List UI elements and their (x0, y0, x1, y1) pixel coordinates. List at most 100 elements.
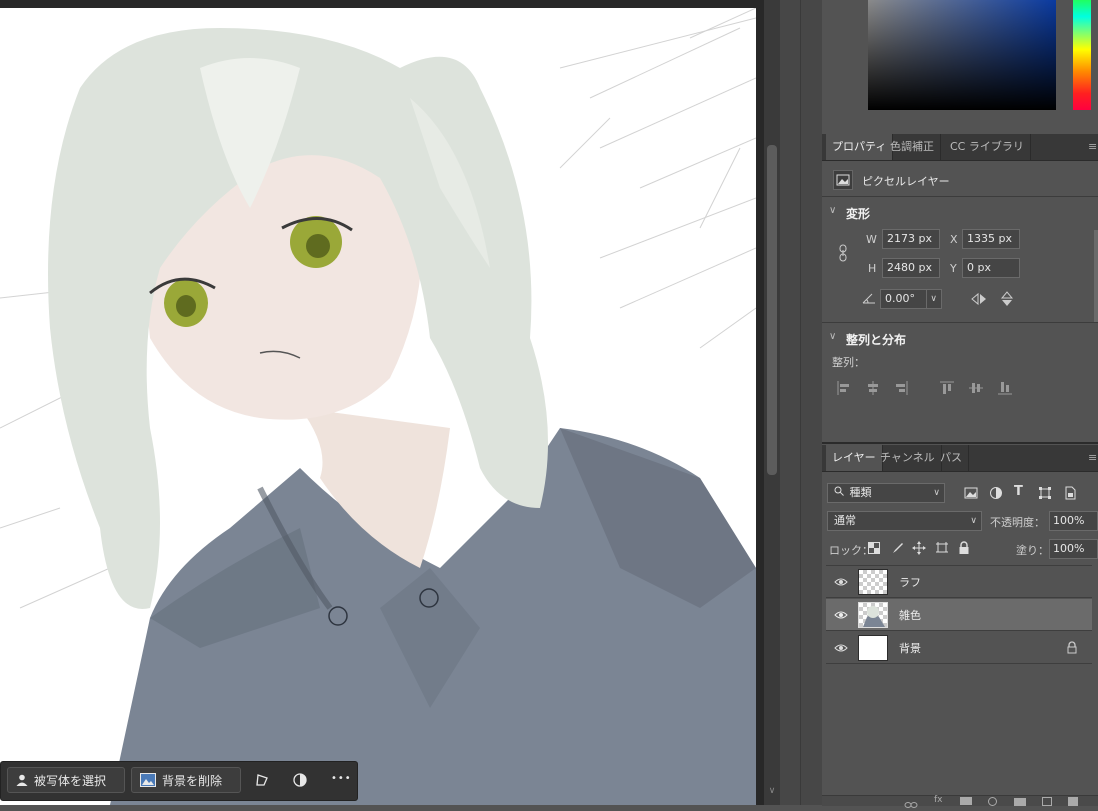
filter-adjustment-icon[interactable] (989, 486, 1003, 500)
layer-name: ラフ (899, 576, 921, 589)
search-icon (834, 484, 846, 502)
hue-slider[interactable] (1073, 0, 1091, 110)
divider (822, 196, 1098, 197)
layer-type-label: ピクセルレイヤー (862, 175, 950, 188)
remove-background-label: 背景を削除 (162, 773, 223, 788)
artwork-illustration (0, 8, 756, 805)
pixel-layer-icon (833, 170, 853, 190)
visibility-eye-icon[interactable] (834, 575, 848, 589)
layer-name: 雑色 (899, 609, 921, 622)
fill-value: 100% (1053, 542, 1085, 555)
filter-type-icon[interactable]: T (1014, 484, 1028, 499)
scrollbar-thumb[interactable] (767, 145, 777, 475)
width-field[interactable]: 2173 px (882, 229, 940, 249)
align-bottom-edges-icon[interactable] (997, 380, 1013, 396)
add-mask-icon[interactable] (960, 797, 972, 805)
chevron-down-icon: ∨ (970, 516, 977, 526)
select-subject-button[interactable]: 被写体を選択 (7, 767, 125, 793)
opacity-label: 不透明度： (990, 516, 1045, 529)
lock-transparent-pixels-icon[interactable] (868, 542, 882, 556)
angle-value: 0.00° (885, 292, 915, 305)
link-dimensions-icon[interactable] (837, 244, 849, 265)
adjustment-icon[interactable] (292, 772, 308, 788)
tab-adjustments[interactable]: 色調補正 (884, 134, 941, 160)
y-label: Y (950, 262, 957, 275)
canvas-vertical-scrollbar[interactable]: ∨ (764, 0, 780, 805)
layer-filter-value: 種類 (849, 486, 872, 499)
dock-divider (800, 0, 801, 805)
angle-icon (862, 292, 876, 307)
fill-label: 塗り： (1016, 544, 1049, 557)
blend-mode-dropdown[interactable]: 通常 ∨ (827, 511, 982, 531)
person-icon (14, 772, 30, 788)
layer-filter-dropdown[interactable]: 種類 ∨ (827, 483, 945, 503)
layer-thumbnail (858, 635, 888, 661)
layer-thumbnail (858, 602, 888, 628)
align-label: 整列： (832, 356, 865, 369)
layers-tab-row: レイヤー チャンネル パス ≡ (822, 445, 1098, 472)
layer-thumbnail (858, 569, 888, 595)
tab-paths[interactable]: パス (934, 445, 969, 471)
layer-row-background[interactable]: 背景 (826, 632, 1092, 664)
height-field[interactable]: 2480 px (882, 258, 940, 278)
align-left-edges-icon[interactable] (837, 380, 853, 396)
y-field[interactable]: 0 px (962, 258, 1020, 278)
panel-dock-gap (780, 0, 822, 805)
width-label: W (866, 233, 877, 246)
opacity-field[interactable]: 100% (1049, 511, 1098, 531)
layer-row-rough[interactable]: ラフ (826, 566, 1092, 598)
image-icon (140, 772, 156, 788)
lock-position-icon[interactable] (912, 541, 926, 555)
transform-section-title: 変形 (846, 207, 871, 221)
properties-scrollbar[interactable] (1094, 230, 1098, 322)
prevent-auto-nesting-icon[interactable] (935, 541, 949, 555)
angle-dropdown-chevron-icon[interactable]: ∨ (926, 290, 937, 308)
flip-vertical-icon[interactable] (1000, 291, 1014, 310)
filter-smart-object-icon[interactable] (1063, 486, 1077, 500)
height-label: H (868, 262, 877, 275)
align-top-edges-icon[interactable] (939, 380, 955, 396)
link-layers-icon[interactable] (904, 797, 918, 808)
visibility-eye-icon[interactable] (834, 641, 848, 655)
align-right-edges-icon[interactable] (893, 380, 909, 396)
right-panel-dock (822, 0, 1098, 805)
layer-name: 背景 (899, 642, 921, 655)
lock-all-icon[interactable] (958, 541, 972, 555)
tab-cc-libraries[interactable]: CC ライブラリ (944, 134, 1031, 160)
collapse-transform-chevron-icon[interactable]: ∨ (829, 205, 836, 216)
lock-label: ロック： (829, 544, 873, 557)
divider (822, 322, 1098, 323)
remove-background-button[interactable]: 背景を削除 (131, 767, 241, 793)
contextual-task-bar: 被写体を選択 背景を削除 ••• (0, 761, 358, 801)
document-canvas[interactable] (0, 8, 756, 805)
align-vertical-centers-icon[interactable] (968, 380, 984, 396)
align-horizontal-centers-icon[interactable] (865, 380, 881, 396)
scroll-down-arrow-icon[interactable]: ∨ (767, 786, 777, 796)
angle-field[interactable]: 0.00° ∨ (880, 289, 942, 309)
filter-shape-icon[interactable] (1038, 486, 1052, 500)
filter-pixel-icon[interactable] (964, 486, 978, 500)
chevron-down-icon: ∨ (933, 488, 940, 498)
blend-mode-value: 通常 (834, 514, 856, 527)
visibility-eye-icon[interactable] (834, 608, 848, 622)
layers-panel-menu-icon[interactable]: ≡ (1088, 451, 1098, 464)
tab-channels[interactable]: チャンネル (874, 445, 942, 471)
more-options-icon[interactable]: ••• (331, 773, 352, 784)
collapse-align-chevron-icon[interactable]: ∨ (829, 331, 836, 342)
layer-lock-icon[interactable] (1066, 641, 1078, 658)
transform-icon[interactable] (254, 772, 270, 788)
panel-menu-icon[interactable]: ≡ (1088, 140, 1098, 153)
lock-image-pixels-icon[interactable] (890, 541, 904, 555)
x-field[interactable]: 1335 px (962, 229, 1020, 249)
opacity-value: 100% (1053, 514, 1085, 527)
panel-separator (822, 442, 1098, 444)
fill-field[interactable]: 100% (1049, 539, 1098, 559)
select-subject-label: 被写体を選択 (34, 773, 107, 788)
x-label: X (950, 233, 958, 246)
layer-style-fx-icon[interactable]: fx (934, 795, 943, 805)
properties-tab-row: プロパティ 色調補正 CC ライブラリ ≡ (822, 134, 1098, 161)
flip-horizontal-icon[interactable] (971, 292, 987, 309)
layer-row-color[interactable]: 雑色 (826, 599, 1092, 631)
color-picker-field[interactable] (868, 0, 1056, 110)
align-section-title: 整列と分布 (846, 333, 907, 347)
